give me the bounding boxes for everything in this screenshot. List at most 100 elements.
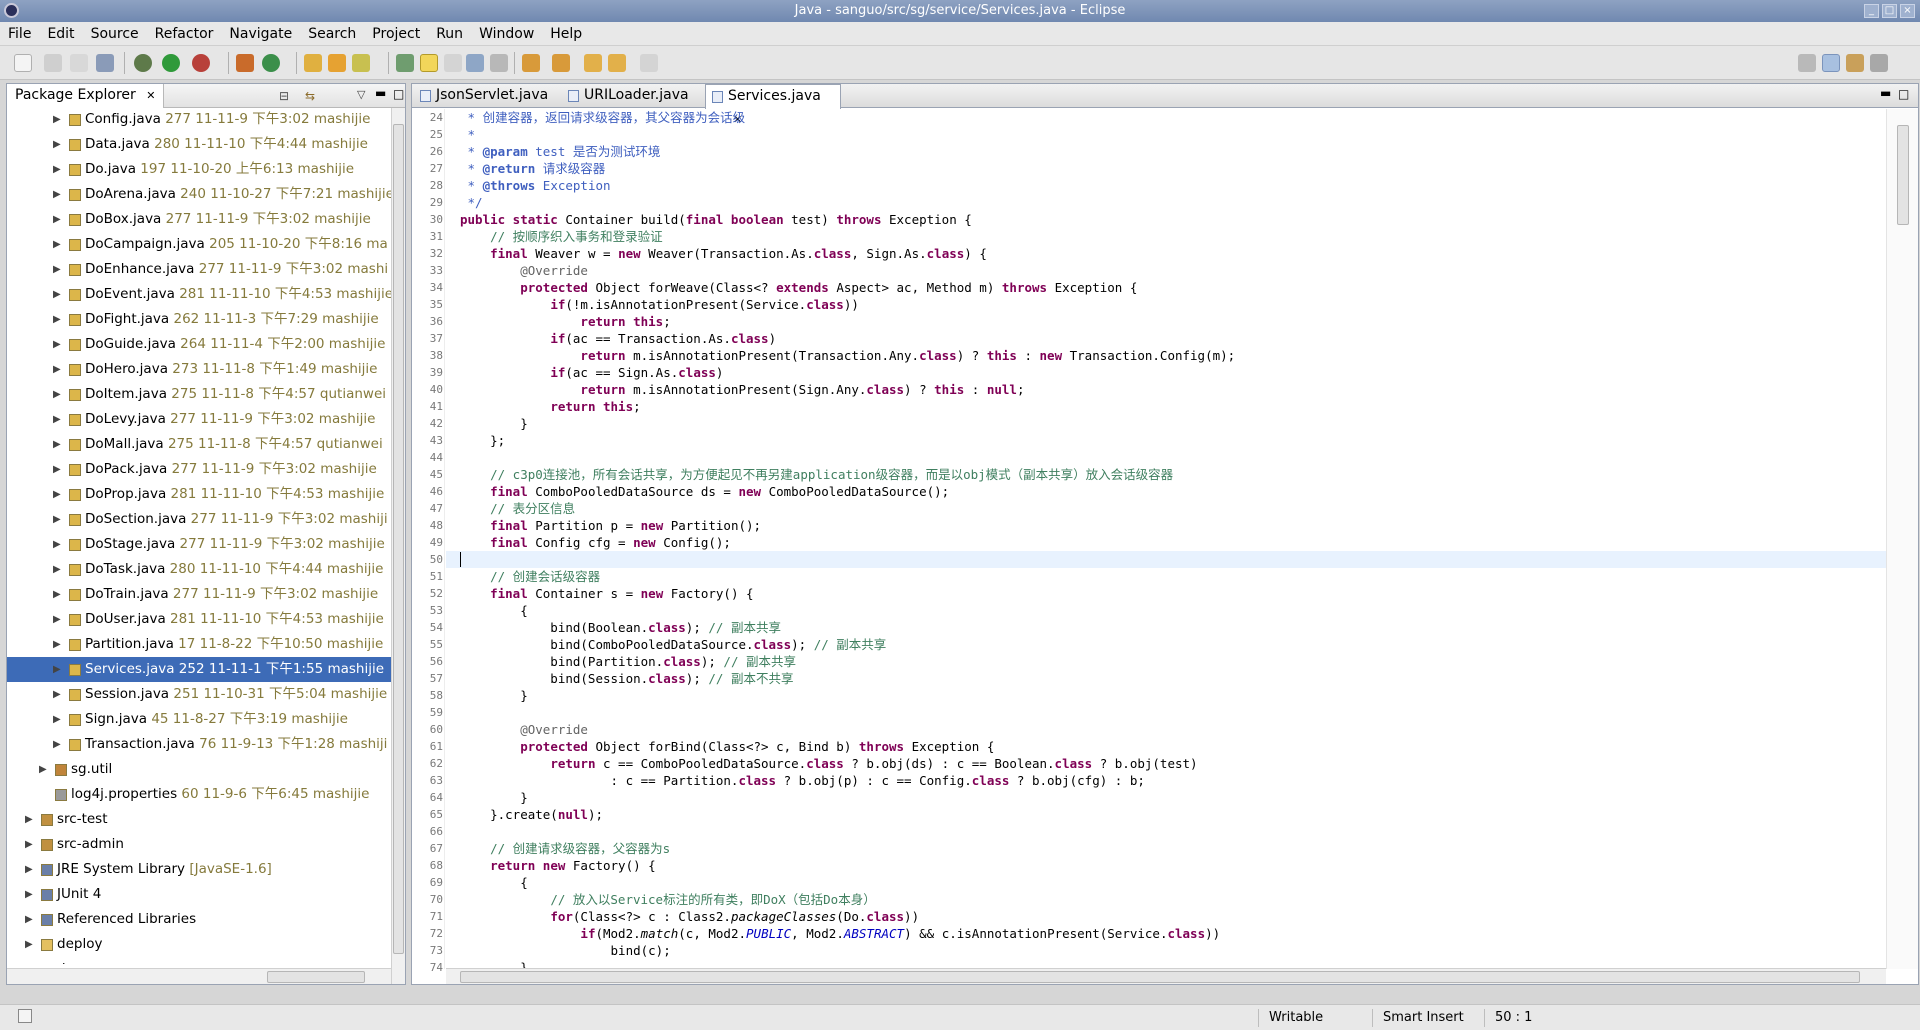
expand-arrow-icon[interactable]: ▶	[53, 382, 61, 407]
tree-item[interactable]: ▶ DoPack.java 277 11-11-9 下午3:02 mashijie	[7, 457, 391, 482]
menu-source[interactable]: Source	[83, 22, 147, 46]
tree-item[interactable]: ▶ DoSection.java 277 11-11-9 下午3:02 mashi…	[7, 507, 391, 532]
tree-item[interactable]: ▶ DoEvent.java 281 11-11-10 下午4:53 mashij…	[7, 282, 391, 307]
tree-item[interactable]: ▶ Services.java 252 11-11-1 下午1:55 mashij…	[7, 657, 391, 682]
back-icon[interactable]	[608, 54, 626, 72]
expand-arrow-icon[interactable]: ▶	[53, 332, 61, 357]
expand-arrow-icon[interactable]: ▶	[25, 857, 33, 882]
tree-item[interactable]: ▶ DoGuide.java 264 11-11-4 下午2:00 mashiji…	[7, 332, 391, 357]
expand-arrow-icon[interactable]: ▶	[39, 757, 47, 782]
tree-item[interactable]: ▶ DoTask.java 280 11-11-10 下午4:44 mashiji…	[7, 557, 391, 582]
expand-arrow-icon[interactable]: ▶	[53, 108, 61, 132]
menu-file[interactable]: File	[0, 22, 39, 46]
new-java-project-icon[interactable]	[236, 54, 254, 72]
debug-icon[interactable]	[134, 54, 152, 72]
expand-arrow-icon[interactable]: ▶	[53, 632, 61, 657]
menu-help[interactable]: Help	[542, 22, 590, 46]
tree-item[interactable]: ▶ DoBox.java 277 11-11-9 下午3:02 mashijie	[7, 207, 391, 232]
forward-icon[interactable]	[640, 54, 658, 72]
expand-arrow-icon[interactable]: ▶	[53, 432, 61, 457]
expand-arrow-icon[interactable]: ▶	[53, 257, 61, 282]
tree-item[interactable]: ▶ Transaction.java 76 11-9-13 下午1:28 mash…	[7, 732, 391, 757]
expand-arrow-icon[interactable]: ▶	[53, 532, 61, 557]
toggle-highlight-icon[interactable]	[420, 54, 438, 72]
print-icon[interactable]	[96, 54, 114, 72]
tree-item[interactable]: ▶ DoCampaign.java 205 11-10-20 下午8:16 ma	[7, 232, 391, 257]
java-perspective-icon[interactable]	[1822, 54, 1840, 72]
block-selection-icon[interactable]	[466, 54, 484, 72]
minimize-button[interactable]: _	[1864, 4, 1879, 18]
expand-arrow-icon[interactable]: ▶	[53, 407, 61, 432]
save-icon[interactable]	[44, 54, 62, 72]
expand-arrow-icon[interactable]: ▶	[53, 282, 61, 307]
link-with-editor-icon[interactable]: ⇆	[305, 89, 315, 103]
expand-arrow-icon[interactable]: ▶	[53, 307, 61, 332]
package-tree-vscrollbar[interactable]	[391, 108, 405, 984]
tree-item[interactable]: ▶ DoMall.java 275 11-11-8 下午4:57 qutianwe…	[7, 432, 391, 457]
open-perspective-icon[interactable]	[1798, 54, 1816, 72]
maximize-editor-icon[interactable]: □	[1898, 87, 1909, 101]
tree-item[interactable]: ▶ DoStage.java 277 11-11-9 下午3:02 mashiji…	[7, 532, 391, 557]
package-tree-hscrollbar[interactable]	[7, 968, 391, 984]
fast-view-icon[interactable]	[18, 1009, 32, 1023]
tree-item[interactable]: ▶ doc	[7, 957, 391, 964]
svn-perspective-icon[interactable]	[1846, 54, 1864, 72]
tab-services[interactable]: Services.java ✕	[705, 84, 841, 126]
tree-item[interactable]: ▶ DoFight.java 262 11-11-3 下午7:29 mashiji…	[7, 307, 391, 332]
editor-hscrollbar[interactable]	[446, 968, 1886, 984]
menu-project[interactable]: Project	[364, 22, 428, 46]
menu-run[interactable]: Run	[428, 22, 471, 46]
vscroll-thumb[interactable]	[393, 124, 404, 954]
expand-arrow-icon[interactable]: ▶	[53, 657, 61, 682]
menu-navigate[interactable]: Navigate	[221, 22, 300, 46]
expand-arrow-icon[interactable]: ▶	[53, 607, 61, 632]
tree-item[interactable]: ▶ DoTrain.java 277 11-11-9 下午3:02 mashiji…	[7, 582, 391, 607]
collapse-all-icon[interactable]: ⊟	[279, 89, 289, 103]
expand-arrow-icon[interactable]: ▶	[53, 707, 61, 732]
tree-item[interactable]: ▶ Sign.java 45 11-8-27 下午3:19 mashijie	[7, 707, 391, 732]
debug-perspective-icon[interactable]	[1870, 54, 1888, 72]
code-area[interactable]: * 创建容器，返回请求级容器，其父容器为会话级 * * @param test …	[446, 109, 1886, 969]
expand-arrow-icon[interactable]: ▶	[25, 832, 33, 857]
expand-arrow-icon[interactable]: ▶	[53, 232, 61, 257]
tree-item[interactable]: ▶ deploy	[7, 932, 391, 957]
tree-item[interactable]: ▶ src-admin	[7, 832, 391, 857]
tree-item[interactable]: ▶ DoArena.java 240 11-10-27 下午7:21 mashij…	[7, 182, 391, 207]
editor-hscroll-thumb[interactable]	[460, 971, 1860, 983]
toggle-mark-occurrences-icon[interactable]	[396, 54, 414, 72]
hscroll-thumb[interactable]	[267, 971, 365, 983]
expand-arrow-icon[interactable]: ▶	[53, 557, 61, 582]
search-icon[interactable]	[352, 54, 370, 72]
expand-arrow-icon[interactable]: ▶	[53, 182, 61, 207]
tree-item[interactable]: ▶ Do.java 197 11-10-20 上午6:13 mashijie	[7, 157, 391, 182]
editor-vscroll-thumb[interactable]	[1897, 125, 1909, 225]
minimize-view-icon[interactable]: ▬	[375, 86, 386, 100]
menu-window[interactable]: Window	[471, 22, 542, 46]
tree-item[interactable]: ▶ DoHero.java 273 11-11-8 下午1:49 mashijie	[7, 357, 391, 382]
maximize-button[interactable]: □	[1882, 4, 1897, 18]
open-type-icon[interactable]	[304, 54, 322, 72]
open-resource-icon[interactable]	[328, 54, 346, 72]
tab-package-explorer[interactable]: Package Explorer ✕	[7, 84, 165, 108]
previous-annotation-icon[interactable]	[552, 54, 570, 72]
menu-edit[interactable]: Edit	[39, 22, 82, 46]
tree-item[interactable]: ▶ DoUser.java 281 11-11-10 下午4:53 mashiji…	[7, 607, 391, 632]
minimize-editor-icon[interactable]: ▬	[1880, 86, 1891, 100]
tree-item[interactable]: ▶ DoLevy.java 277 11-11-9 下午3:02 mashijie	[7, 407, 391, 432]
close-button[interactable]: ×	[1900, 4, 1915, 18]
new-class-icon[interactable]	[262, 54, 280, 72]
expand-arrow-icon[interactable]: ▶	[53, 357, 61, 382]
save-all-icon[interactable]	[70, 54, 88, 72]
expand-arrow-icon[interactable]: ▶	[53, 207, 61, 232]
tree-item[interactable]: ▶ JUnit 4	[7, 882, 391, 907]
menu-refactor[interactable]: Refactor	[147, 22, 222, 46]
tree-item[interactable]: ▶ Partition.java 17 11-8-22 下午10:50 mashi…	[7, 632, 391, 657]
external-tools-icon[interactable]	[192, 54, 210, 72]
expand-arrow-icon[interactable]: ▶	[53, 482, 61, 507]
expand-arrow-icon[interactable]: ▶	[25, 907, 33, 932]
close-icon[interactable]: ✕	[146, 89, 155, 102]
run-icon[interactable]	[162, 54, 180, 72]
expand-arrow-icon[interactable]: ▶	[53, 457, 61, 482]
expand-arrow-icon[interactable]: ▶	[53, 507, 61, 532]
menu-search[interactable]: Search	[300, 22, 364, 46]
